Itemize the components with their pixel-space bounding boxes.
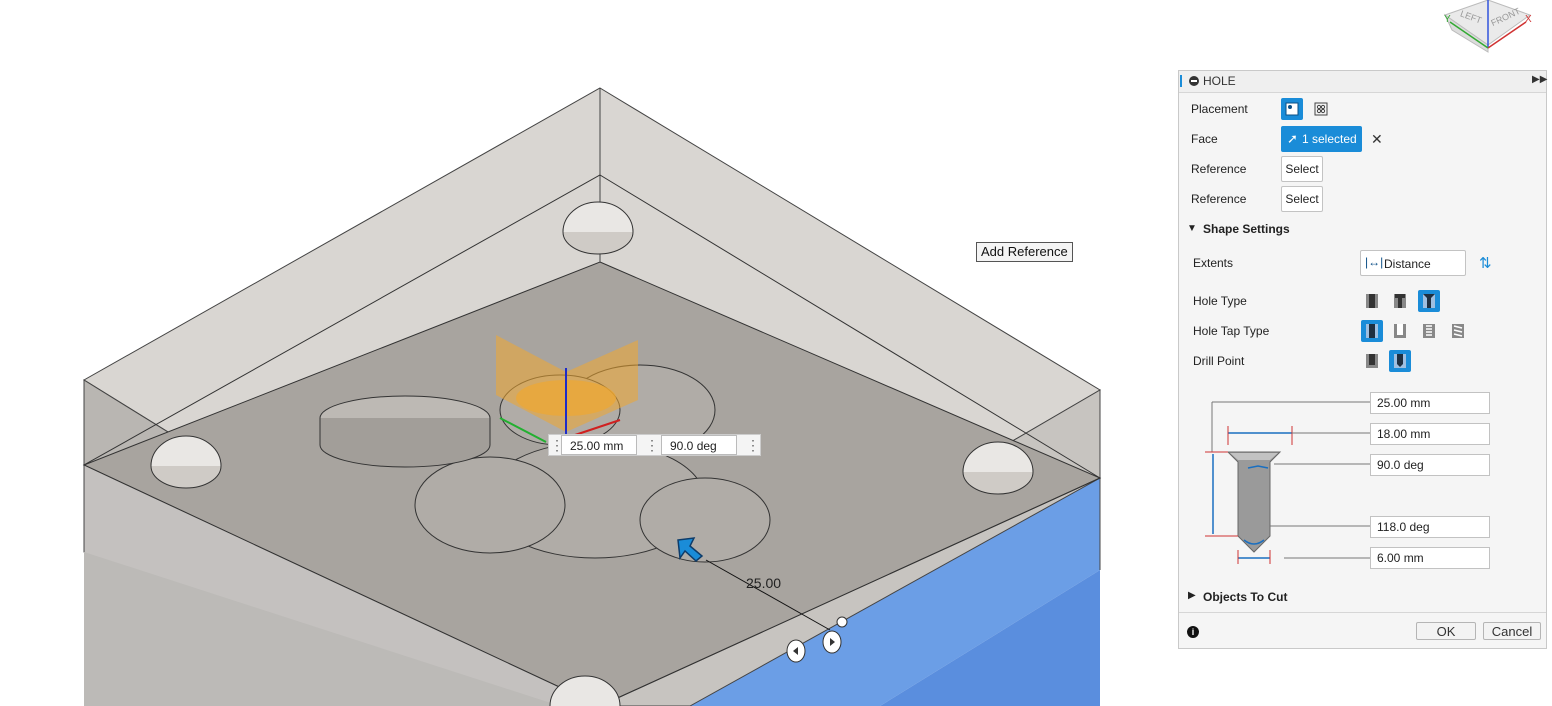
- shape-settings-heading[interactable]: Shape Settings: [1203, 222, 1290, 236]
- panel-title: HOLE: [1203, 74, 1236, 88]
- extents-dropdown[interactable]: |↔| Distance: [1360, 250, 1466, 276]
- tap-simple-icon: [1366, 324, 1378, 338]
- tap-type-simple-button[interactable]: [1361, 320, 1383, 342]
- hole-tap-type-label: Hole Tap Type: [1193, 324, 1270, 338]
- drill-point-angle-input[interactable]: 118.0 deg: [1370, 516, 1490, 538]
- flip-direction-icon[interactable]: ⇅: [1479, 254, 1492, 272]
- face-selected-text: 1 selected: [1302, 132, 1357, 146]
- tapped-icon: [1423, 324, 1435, 338]
- multiple-holes-icon: [1314, 102, 1328, 116]
- tap-type-tapped-button[interactable]: [1418, 320, 1440, 342]
- select-cursor-icon: ➚: [1287, 131, 1298, 146]
- panel-drag-handle[interactable]: [1180, 75, 1182, 87]
- hole-type-counterbore-button[interactable]: [1389, 290, 1411, 312]
- simple-hole-icon: [1366, 294, 1378, 308]
- objects-to-cut-toggle-icon[interactable]: ▶: [1188, 590, 1196, 601]
- viewcube-y-label: Y: [1444, 14, 1451, 25]
- taper-tapped-icon: [1452, 324, 1464, 338]
- hud-depth-menu-icon[interactable]: ⋮: [645, 435, 659, 455]
- clearance-icon: [1394, 324, 1406, 338]
- reference2-label: Reference: [1191, 192, 1247, 206]
- viewcube-x-label: X: [1525, 14, 1532, 25]
- angled-point-icon: [1394, 354, 1406, 368]
- add-reference-button[interactable]: Add Reference: [976, 242, 1073, 262]
- extents-label: Extents: [1193, 256, 1234, 270]
- tap-type-clearance-button[interactable]: [1389, 320, 1411, 342]
- counterbore-icon: [1394, 294, 1406, 308]
- dimension-handle-b[interactable]: [822, 630, 842, 654]
- hole-type-countersink-button[interactable]: [1418, 290, 1440, 312]
- single-hole-placement-button[interactable]: [1281, 98, 1303, 120]
- info-icon[interactable]: i: [1187, 626, 1199, 638]
- extents-value: Distance: [1384, 257, 1431, 271]
- ok-button[interactable]: OK: [1416, 622, 1476, 640]
- distance-dimension-label: 25.00: [746, 575, 782, 591]
- single-hole-icon: [1285, 102, 1299, 116]
- distance-icon: |↔|: [1365, 255, 1384, 269]
- reference1-select-button[interactable]: Select: [1281, 156, 1323, 182]
- countersink-angle-input[interactable]: 90.0 deg: [1370, 454, 1490, 476]
- dimension-handle-a[interactable]: [786, 639, 806, 663]
- multiple-holes-placement-button[interactable]: [1310, 98, 1332, 120]
- collapse-icon[interactable]: [1189, 76, 1199, 86]
- counterbore-diameter-input[interactable]: 18.00 mm: [1370, 423, 1490, 445]
- clear-selection-icon[interactable]: ✕: [1371, 131, 1383, 148]
- reference1-label: Reference: [1191, 162, 1247, 176]
- shape-settings-toggle-icon[interactable]: ▼: [1187, 223, 1197, 234]
- reference2-select-button[interactable]: Select: [1281, 186, 1323, 212]
- drill-point-angle-button[interactable]: [1389, 350, 1411, 372]
- placement-label: Placement: [1191, 102, 1248, 116]
- hole-diameter-input[interactable]: 6.00 mm: [1370, 547, 1490, 569]
- panel-footer-divider: [1179, 612, 1546, 613]
- hole-type-simple-button[interactable]: [1361, 290, 1383, 312]
- tap-type-taper-tapped-button[interactable]: [1447, 320, 1469, 342]
- hole-depth-input[interactable]: 25.00 mm: [1370, 392, 1490, 414]
- drill-point-flat-button[interactable]: [1361, 350, 1383, 372]
- cancel-button[interactable]: Cancel: [1483, 622, 1541, 640]
- face-label: Face: [1191, 132, 1218, 146]
- hud-angle-menu-icon[interactable]: ⋮: [746, 435, 760, 455]
- hud-depth-input[interactable]: 25.00 mm: [561, 435, 637, 455]
- hole-diagram: [1205, 401, 1370, 564]
- objects-to-cut-heading[interactable]: Objects To Cut: [1203, 590, 1287, 604]
- hud-grip-icon[interactable]: ⋮: [550, 435, 564, 455]
- countersink-icon: [1423, 294, 1435, 308]
- drill-point-label: Drill Point: [1193, 354, 1245, 368]
- hole-type-label: Hole Type: [1193, 294, 1247, 308]
- expand-panel-icon[interactable]: ▶▶: [1532, 74, 1547, 85]
- face-selection-button[interactable]: ➚ 1 selected: [1281, 126, 1362, 152]
- flat-point-icon: [1366, 354, 1378, 368]
- hud-angle-input[interactable]: 90.0 deg: [661, 435, 737, 455]
